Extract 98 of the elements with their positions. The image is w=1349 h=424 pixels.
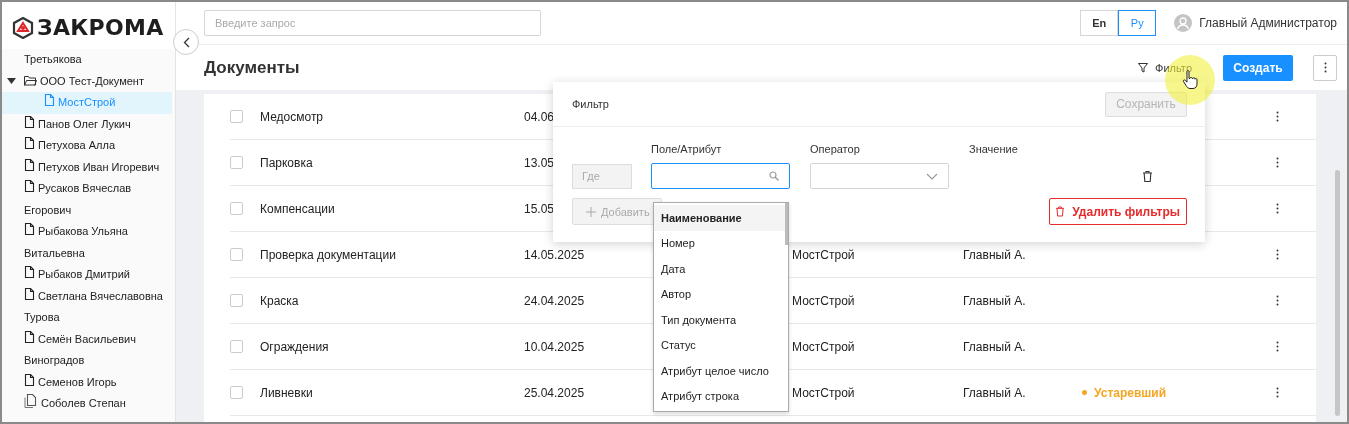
document-icon [24, 115, 35, 129]
document-icon [24, 180, 35, 193]
table-cell: Главный А. [963, 293, 1026, 308]
document-icon [44, 94, 55, 107]
tree-item[interactable]: Третьякова [2, 49, 172, 71]
row-checkbox[interactable] [230, 294, 243, 307]
page-title: Документы [204, 57, 300, 78]
collapse-button[interactable] [173, 29, 199, 55]
document-icon [24, 158, 35, 172]
delete-filters-button[interactable]: Удалить фильтры [1049, 198, 1187, 225]
vertical-dots-icon [1275, 341, 1279, 352]
search-icon [769, 171, 779, 181]
tree-item[interactable]: ООО Тест-Документ [2, 70, 172, 92]
document-icon [24, 373, 35, 387]
row-checkbox[interactable] [230, 202, 243, 215]
trash-icon [1143, 170, 1152, 182]
user-avatar-icon [1174, 14, 1193, 32]
document-icon [24, 137, 35, 150]
document-icon [24, 223, 35, 236]
plus-icon [586, 206, 596, 217]
vertical-dots-icon [1323, 62, 1327, 73]
row-checkbox[interactable] [230, 248, 243, 261]
document-icon [24, 287, 35, 301]
user-name[interactable]: Главный Администратор [1199, 16, 1337, 30]
tree-item[interactable]: Русаков Вячеслав Егорович [2, 178, 172, 221]
tree-item[interactable]: Светлана Вячеславовна Турова [2, 285, 172, 329]
delete-condition-button[interactable] [1141, 168, 1154, 184]
row-checkbox[interactable] [230, 340, 243, 353]
table-cell: Медосмотр [260, 109, 324, 124]
dropdown-option[interactable]: Атрибут строка [654, 383, 788, 409]
table-cell: Проверка документации [260, 247, 396, 262]
table-cell: Главный А. [963, 339, 1026, 354]
scrollbar[interactable] [1335, 170, 1340, 416]
tree-item[interactable]: Панов Олег Лукич [2, 113, 172, 135]
chevron-left-icon [182, 36, 190, 48]
table-cell: 04.06 [524, 109, 555, 124]
search-field[interactable]: Введите запрос [204, 10, 541, 36]
vertical-dots-icon [1275, 111, 1279, 122]
hexagon-logo-icon [12, 16, 34, 39]
chevron-down-icon [926, 172, 938, 180]
dropdown-option[interactable]: Автор [654, 281, 788, 307]
filter-title: Фильтр [572, 98, 609, 110]
row-checkbox[interactable] [230, 110, 243, 123]
row-checkbox[interactable] [230, 386, 243, 399]
folder-icon [24, 74, 37, 86]
dropdown-option[interactable]: Дата [654, 256, 788, 282]
tree-item[interactable]: Рыбакова Ульяна Витальевна [2, 221, 172, 264]
operator-select[interactable] [810, 163, 949, 189]
table-cell: МостСтрой [792, 385, 855, 400]
tree-item[interactable]: Семён Васильевич Виноградов [2, 328, 172, 372]
table-cell: МостСтрой [792, 247, 855, 262]
table-cell: Ливневки [260, 385, 313, 400]
table-cell: Ограждения [260, 339, 329, 354]
document-icon [24, 330, 35, 344]
document-icon [24, 266, 35, 279]
tree-item[interactable]: Семенов Игорь [2, 371, 172, 393]
table-cell: МостСтрой [792, 293, 855, 308]
table-cell: Парковка [260, 155, 313, 170]
table-cell: Компенсации [260, 201, 335, 216]
dropdown-option[interactable]: Статус [654, 332, 788, 358]
dropdown-option[interactable]: Наименование [654, 205, 788, 231]
tree-item[interactable]: Петухов Иван Игоревич [2, 156, 172, 178]
table-cell: Краска [260, 293, 299, 308]
filter-icon [1138, 62, 1149, 73]
logo-text: ЗАКРОМА [37, 15, 164, 40]
table-cell: МостСтрой [792, 339, 855, 354]
row-checkbox[interactable] [230, 156, 243, 169]
column-label: Оператор [810, 143, 861, 155]
documents-icon [24, 394, 38, 408]
dropdown-option[interactable]: Номер [654, 230, 788, 256]
column-label: Поле/Атрибут [651, 143, 723, 155]
vertical-dots-icon [1275, 157, 1279, 168]
caret-down-icon [7, 75, 16, 85]
table-cell: Главный А. [963, 247, 1026, 262]
vertical-dots-icon [1275, 295, 1279, 306]
table-cell: 15.05 [524, 201, 555, 216]
table-cell: 14.05.2025 [524, 247, 585, 262]
vertical-dots-icon [1275, 249, 1279, 260]
dropdown-option[interactable]: Атрибут целое число [654, 358, 788, 384]
attribute-field[interactable] [651, 163, 790, 189]
tree-item[interactable]: Петухова Алла [2, 135, 172, 157]
tree-item[interactable]: Соболев Степан [2, 393, 172, 415]
table-cell: Главный А. [963, 385, 1026, 400]
vertical-dots-icon [1275, 203, 1279, 214]
where-label: Где [572, 163, 632, 189]
trash-icon [1056, 206, 1065, 217]
tree-item[interactable]: Рыбаков Дмитрий [2, 264, 172, 286]
scrollbar[interactable] [785, 203, 788, 245]
table-cell: 13.05 [524, 155, 555, 170]
more-button[interactable] [1313, 54, 1337, 81]
table-cell: 25.04.2025 [524, 385, 585, 400]
dropdown-option[interactable]: Тип документа [654, 307, 788, 333]
table-cell: 10.04.2025 [524, 339, 585, 354]
vertical-dots-icon [1275, 387, 1279, 398]
column-label: Значение [969, 143, 1019, 155]
language-button[interactable]: En [1080, 10, 1119, 36]
status-label: Устаревший [1094, 385, 1167, 400]
table-cell: 24.04.2025 [524, 293, 585, 308]
